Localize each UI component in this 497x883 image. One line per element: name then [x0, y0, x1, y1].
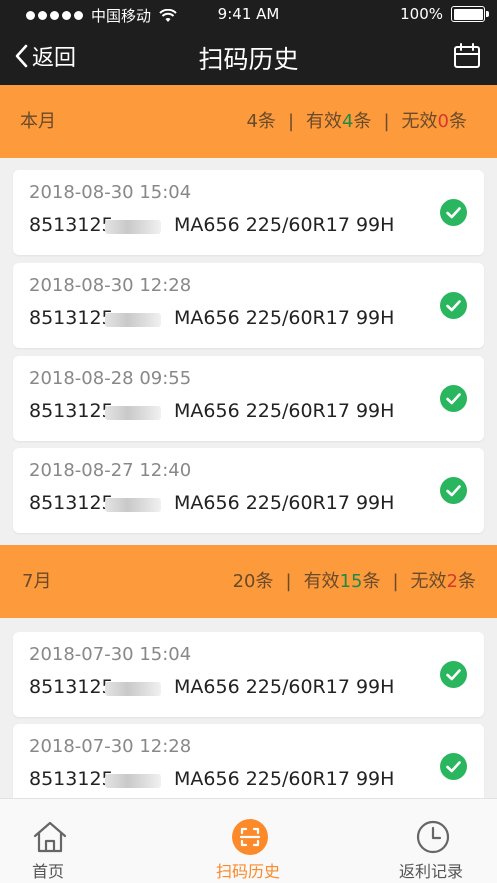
- section-stats: 20条 | 有效 15 条 | 无效 2 条: [233, 545, 476, 618]
- scan-record-card[interactable]: 2018-08-30 15:04 8513125 MA656 225/60R17…: [13, 170, 484, 255]
- record-code: 8513125: [29, 307, 114, 329]
- tab-label: 首页: [31, 862, 64, 881]
- page-title: 扫码历史: [198, 45, 299, 74]
- tab-scan-history[interactable]: 扫码历史: [188, 799, 308, 883]
- tab-label: 扫码历史: [215, 862, 280, 881]
- check-circle-icon: [440, 199, 467, 226]
- record-code: 8513125: [29, 768, 114, 790]
- redacted-code: [105, 498, 161, 512]
- record-date: 2018-07-30 12:28: [29, 736, 192, 757]
- record-code: 8513125: [29, 400, 114, 422]
- scan-record-card[interactable]: 2018-08-27 12:40 8513125 MA656 225/60R17…: [13, 448, 484, 533]
- record-code: 8513125: [29, 492, 114, 514]
- invalid-suffix: 条: [458, 571, 476, 592]
- total-count: 20条: [232, 571, 274, 592]
- tab-home[interactable]: 首页: [0, 799, 108, 883]
- scan-record-card[interactable]: 2018-08-30 12:28 8513125 MA656 225/60R17…: [13, 263, 484, 348]
- redacted-code: [105, 406, 161, 420]
- battery-icon: [451, 6, 489, 22]
- calendar-icon: [454, 43, 480, 68]
- redacted-code: [105, 774, 161, 788]
- scan-record-card[interactable]: 2018-08-28 09:55 8513125 MA656 225/60R17…: [13, 356, 484, 441]
- valid-count: 15: [339, 571, 363, 592]
- record-date: 2018-08-30 12:28: [29, 275, 192, 296]
- valid-count: 4: [342, 111, 354, 132]
- valid-prefix: 有效: [306, 111, 343, 132]
- check-circle-icon: [440, 753, 467, 780]
- invalid-count: 0: [437, 111, 449, 132]
- record-code: 8513125: [29, 676, 114, 698]
- divider: |: [285, 571, 292, 592]
- scan-record-card[interactable]: 2018-07-30 12:28 8513125 MA656 225/60R17…: [13, 724, 484, 809]
- calendar-button[interactable]: [453, 43, 481, 73]
- record-date: 2018-08-27 12:40: [29, 460, 192, 481]
- valid-prefix: 有效: [303, 571, 340, 592]
- valid-suffix: 条: [362, 571, 381, 592]
- check-circle-icon: [440, 661, 467, 688]
- section-stats: 4条 | 有效 4 条 | 无效 0 条: [246, 85, 467, 158]
- total-count: 4条: [246, 111, 276, 132]
- redacted-code: [105, 220, 161, 234]
- record-code: 8513125: [29, 214, 114, 236]
- record-model: MA656 225/60R17 99H: [174, 492, 395, 514]
- section-header-july: 7月 20条 | 有效 15 条 | 无效 2 条: [0, 545, 497, 618]
- invalid-prefix: 无效: [401, 111, 438, 132]
- section-header-current-month: 本月 4条 | 有效 4 条 | 无效 0 条: [0, 85, 497, 158]
- clock-icon: [416, 820, 450, 854]
- record-date: 2018-08-28 09:55: [29, 368, 192, 389]
- record-model: MA656 225/60R17 99H: [174, 214, 395, 236]
- invalid-count: 2: [446, 571, 458, 592]
- check-circle-icon: [440, 385, 467, 412]
- record-model: MA656 225/60R17 99H: [174, 307, 395, 329]
- status-right: 100%: [400, 5, 489, 23]
- check-circle-icon: [440, 477, 467, 504]
- redacted-code: [105, 682, 161, 696]
- scan-record-card[interactable]: 2018-07-30 15:04 8513125 MA656 225/60R17…: [13, 632, 484, 717]
- invalid-suffix: 条: [449, 111, 467, 132]
- tab-rebate-records[interactable]: 返利记录: [371, 799, 491, 883]
- record-model: MA656 225/60R17 99H: [174, 676, 395, 698]
- record-date: 2018-07-30 15:04: [29, 644, 192, 665]
- tab-bar: 首页 扫码历史 返利记录: [0, 798, 497, 883]
- divider: |: [383, 111, 390, 132]
- record-model: MA656 225/60R17 99H: [174, 768, 395, 790]
- divider: |: [392, 571, 399, 592]
- check-circle-icon: [440, 292, 467, 319]
- section-month: 7月: [22, 571, 52, 592]
- home-icon: [33, 821, 67, 853]
- invalid-prefix: 无效: [410, 571, 447, 592]
- divider: |: [287, 111, 295, 132]
- record-date: 2018-08-30 15:04: [29, 182, 192, 203]
- section-month: 本月: [20, 111, 56, 132]
- status-bar: 中国移动 9:41 AM 100%: [0, 0, 497, 29]
- redacted-code: [105, 313, 161, 327]
- tab-label: 返利记录: [398, 862, 463, 881]
- scan-icon: [232, 819, 268, 855]
- nav-bar: 返回 扫码历史: [0, 29, 497, 85]
- battery-percent: 100%: [400, 5, 443, 23]
- valid-suffix: 条: [353, 111, 372, 132]
- record-model: MA656 225/60R17 99H: [174, 400, 395, 422]
